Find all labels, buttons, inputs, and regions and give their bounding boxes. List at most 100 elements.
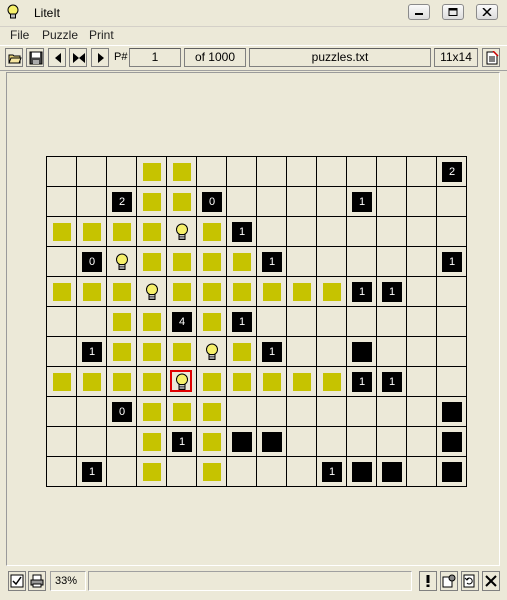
board-cell[interactable] [437,367,467,397]
board-cell[interactable] [227,427,257,457]
board-cell[interactable] [77,157,107,187]
board-cell[interactable] [167,157,197,187]
random-button[interactable] [69,48,87,67]
board-cell[interactable]: 1 [437,247,467,277]
board-cell[interactable] [407,457,437,487]
board-cell[interactable] [347,247,377,277]
board-cell[interactable] [377,397,407,427]
board-cell[interactable] [77,367,107,397]
board-cell[interactable]: 1 [167,427,197,457]
puzzle-board[interactable]: 22011011114111110111 [46,156,467,487]
board-cell[interactable] [317,157,347,187]
board-cell[interactable] [317,367,347,397]
board-cell[interactable] [47,457,77,487]
board-cell[interactable] [437,397,467,427]
board-cell[interactable] [137,367,167,397]
board-cell[interactable] [197,337,227,367]
open-button[interactable] [5,48,23,67]
board-cell[interactable] [257,427,287,457]
board-cell[interactable] [47,187,77,217]
board-cell[interactable] [407,277,437,307]
board-cell[interactable] [257,397,287,427]
board-cell[interactable] [227,397,257,427]
board-cell[interactable] [197,427,227,457]
board-cell[interactable] [167,457,197,487]
board-cell[interactable] [377,427,407,457]
board-cell[interactable] [47,307,77,337]
board-cell[interactable] [317,427,347,457]
board-cell[interactable] [77,187,107,217]
board-cell[interactable] [197,157,227,187]
board-cell[interactable] [137,217,167,247]
board-cell[interactable] [107,307,137,337]
board-cell[interactable] [257,367,287,397]
board-cell[interactable] [377,247,407,277]
board-cell[interactable] [77,277,107,307]
board-cell[interactable] [137,457,167,487]
quit-button[interactable] [482,571,500,591]
board-cell[interactable] [47,157,77,187]
board-cell[interactable] [197,457,227,487]
board-cell[interactable] [167,367,197,397]
board-cell[interactable] [257,187,287,217]
board-cell[interactable] [377,337,407,367]
board-cell[interactable] [227,187,257,217]
refresh-button[interactable] [461,571,479,591]
board-cell[interactable] [77,427,107,457]
puzzle-number-field[interactable]: 1 [129,48,181,67]
board-cell[interactable] [167,397,197,427]
board-cell[interactable] [347,157,377,187]
board-cell[interactable] [47,247,77,277]
board-cell[interactable] [137,337,167,367]
board-cell[interactable] [77,397,107,427]
board-cell[interactable] [407,427,437,457]
board-cell[interactable] [257,307,287,337]
board-cell[interactable] [167,217,197,247]
board-cell[interactable] [77,217,107,247]
board-cell[interactable] [47,367,77,397]
next-button[interactable] [91,48,109,67]
menu-puzzle[interactable]: Puzzle [42,28,78,42]
board-cell[interactable] [317,277,347,307]
board-cell[interactable]: 1 [257,247,287,277]
board-cell[interactable]: 1 [377,367,407,397]
board-cell[interactable] [257,277,287,307]
board-cell[interactable] [47,337,77,367]
board-cell[interactable] [317,217,347,247]
board-cell[interactable] [317,337,347,367]
board-cell[interactable] [47,277,77,307]
board-cell[interactable] [437,457,467,487]
board-cell[interactable] [347,427,377,457]
check-button[interactable] [8,571,26,591]
board-cell[interactable] [47,397,77,427]
board-cell[interactable]: 1 [317,457,347,487]
board-cell[interactable] [407,217,437,247]
board-cell[interactable] [167,277,197,307]
board-cell[interactable]: 1 [347,367,377,397]
board-cell[interactable] [347,457,377,487]
board-cell[interactable] [377,217,407,247]
board-cell[interactable]: 1 [257,337,287,367]
board-cell[interactable] [137,187,167,217]
board-cell[interactable]: 0 [107,397,137,427]
save-button[interactable] [26,48,44,67]
board-cell[interactable] [287,427,317,457]
previous-button[interactable] [48,48,66,67]
board-cell[interactable] [407,157,437,187]
board-cell[interactable] [407,397,437,427]
board-cell[interactable]: 2 [107,187,137,217]
board-cell[interactable] [137,157,167,187]
board-cell[interactable] [437,427,467,457]
board-cell[interactable] [287,187,317,217]
board-cell[interactable] [377,187,407,217]
board-cell[interactable] [437,217,467,247]
board-cell[interactable] [197,217,227,247]
board-cell[interactable]: 1 [227,217,257,247]
board-cell[interactable] [227,367,257,397]
board-cell[interactable] [107,367,137,397]
minimize-button[interactable] [408,4,430,20]
board-cell[interactable] [227,247,257,277]
board-cell[interactable] [407,337,437,367]
board-cell[interactable] [77,307,107,337]
board-cell[interactable]: 1 [347,187,377,217]
